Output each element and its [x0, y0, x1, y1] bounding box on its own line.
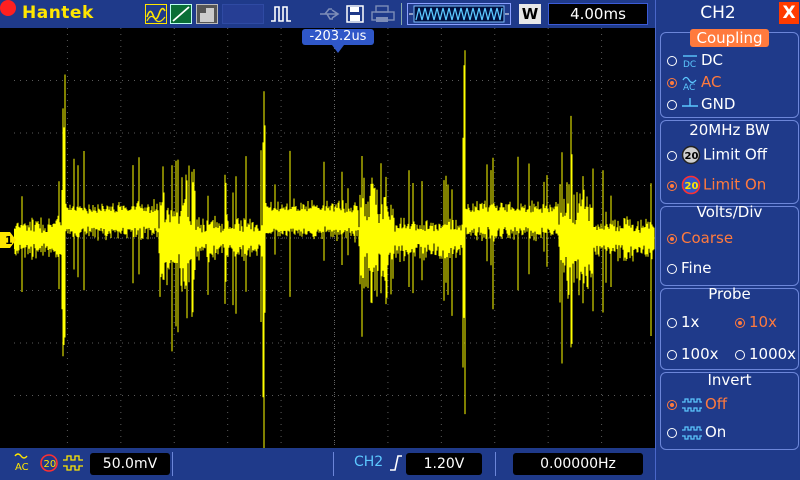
- radio-selected-icon: [735, 318, 745, 328]
- bandwidth-limit-on-icon: 20: [681, 175, 701, 195]
- frequency-readout: 0.00000Hz: [513, 453, 643, 475]
- svg-text:20: 20: [685, 151, 699, 162]
- invert-option-off[interactable]: Off: [667, 395, 727, 413]
- time-per-division[interactable]: 4.00ms: [548, 3, 648, 25]
- svg-text:AC: AC: [15, 462, 29, 472]
- invert-icon: [63, 455, 83, 471]
- record-icon[interactable]: [0, 0, 16, 16]
- waveform-icon[interactable]: [145, 4, 167, 24]
- coupling-option-gnd[interactable]: GND: [667, 95, 735, 113]
- bandwidth-option-off[interactable]: 20 Limit Off: [667, 145, 767, 165]
- display-slot-icon: [222, 4, 264, 24]
- option-label: Fine: [681, 259, 712, 277]
- bandwidth-option-on[interactable]: 20 Limit On: [667, 175, 766, 195]
- svg-text:20: 20: [44, 459, 57, 470]
- option-label: Off: [705, 395, 728, 413]
- volts-option-fine[interactable]: Fine: [667, 259, 711, 277]
- status-divider: [172, 452, 173, 476]
- option-label: 100x: [681, 345, 719, 363]
- option-label: GND: [701, 95, 736, 113]
- radio-icon: [667, 264, 677, 274]
- channel-trace: [14, 50, 655, 448]
- ac-coupling-icon: AC: [682, 76, 697, 91]
- envelope-icon[interactable]: [196, 4, 218, 24]
- trigger-position-label[interactable]: -203.2us: [302, 29, 374, 45]
- channel-menu-panel: CH2 X Coupling DC DC AC AC GND 20MHz BW 20…: [655, 0, 800, 480]
- option-label: Limit Off: [703, 145, 768, 164]
- volts-option-coarse[interactable]: Coarse: [667, 229, 733, 247]
- waveform-trace: [14, 50, 655, 448]
- dc-coupling-icon: DC: [683, 54, 697, 69]
- panel-title: CH2: [700, 3, 736, 23]
- svg-text:DC: DC: [683, 60, 696, 69]
- radio-icon: [667, 350, 677, 360]
- channel-level-marker[interactable]: 1: [0, 232, 16, 248]
- print-icon[interactable]: [370, 4, 396, 24]
- option-label: 10x: [749, 313, 777, 331]
- ramp-icon[interactable]: [170, 4, 192, 24]
- volts-div-title: Volts/Div: [696, 203, 763, 221]
- coupling-group: Coupling DC DC AC AC GND: [660, 29, 799, 118]
- probe-option-10x[interactable]: 10x: [735, 313, 777, 331]
- memory-waveform-icon: [407, 3, 511, 25]
- usb-icon[interactable]: [318, 4, 340, 24]
- status-bar: AC 20 50.0mV CH2 1.20V 0.00000Hz: [0, 448, 655, 480]
- ground-icon: [682, 97, 698, 107]
- radio-icon: [667, 100, 677, 110]
- run-stop-icon[interactable]: [270, 4, 292, 24]
- bandwidth-group: 20MHz BW 20 Limit Off 20 Limit On: [660, 120, 799, 204]
- invert-off-icon: [682, 397, 702, 412]
- radio-selected-icon: [667, 78, 677, 88]
- coupling-option-ac[interactable]: AC AC: [667, 73, 721, 91]
- option-label: Coarse: [681, 229, 734, 247]
- bandwidth-limit-icon: 20: [40, 454, 58, 472]
- scope-display: -203.2us: [14, 28, 655, 448]
- option-label: 1000x: [749, 345, 797, 363]
- probe-option-1000x[interactable]: 1000x: [735, 345, 796, 363]
- option-label: DC: [701, 51, 724, 69]
- volts-div-group: Volts/Div Coarse Fine: [660, 203, 799, 286]
- radio-icon: [735, 350, 745, 360]
- trigger-level[interactable]: 1.20V: [406, 453, 482, 475]
- radio-icon: [667, 318, 677, 328]
- rising-edge-icon: [390, 455, 402, 471]
- ac-coupling-icon: AC: [13, 452, 35, 475]
- invert-on-icon: [682, 425, 702, 440]
- volts-per-division[interactable]: 50.0mV: [90, 453, 170, 475]
- invert-group: Invert Off On: [660, 371, 799, 450]
- status-divider: [333, 452, 334, 476]
- invert-option-on[interactable]: On: [667, 423, 726, 441]
- channel-marker-label: 1: [5, 234, 13, 247]
- coupling-option-dc[interactable]: DC DC: [667, 51, 723, 69]
- bandwidth-title: 20MHz BW: [689, 121, 770, 139]
- svg-text:AC: AC: [683, 83, 695, 91]
- radio-selected-icon: [667, 400, 677, 410]
- trigger-source-label: CH2: [354, 454, 384, 470]
- radio-icon: [667, 150, 677, 161]
- acquire-mode-badge[interactable]: W: [519, 4, 541, 24]
- top-toolbar: Hantek W 4.00ms: [0, 0, 655, 28]
- probe-group: Probe 1x 10x 100x 1000x: [660, 285, 799, 370]
- radio-selected-icon: [667, 180, 677, 191]
- option-label: Limit On: [703, 175, 767, 194]
- save-icon[interactable]: [344, 4, 366, 24]
- bandwidth-limit-off-icon: 20: [681, 145, 701, 165]
- option-label: AC: [701, 73, 722, 91]
- brand-logo: Hantek: [22, 3, 94, 23]
- radio-selected-icon: [667, 234, 677, 244]
- status-divider: [495, 452, 496, 476]
- svg-text:20: 20: [685, 181, 699, 192]
- probe-option-1x[interactable]: 1x: [667, 313, 699, 331]
- option-label: On: [705, 423, 727, 441]
- toolbar-divider: [401, 3, 402, 25]
- coupling-title: Coupling: [661, 29, 798, 47]
- radio-icon: [667, 428, 677, 438]
- option-label: 1x: [681, 313, 700, 331]
- radio-icon: [667, 56, 677, 66]
- close-button[interactable]: X: [779, 2, 799, 24]
- probe-option-100x[interactable]: 100x: [667, 345, 719, 363]
- probe-title: Probe: [708, 285, 751, 303]
- invert-title: Invert: [707, 371, 752, 389]
- trigger-position-arrow-icon: [332, 45, 344, 53]
